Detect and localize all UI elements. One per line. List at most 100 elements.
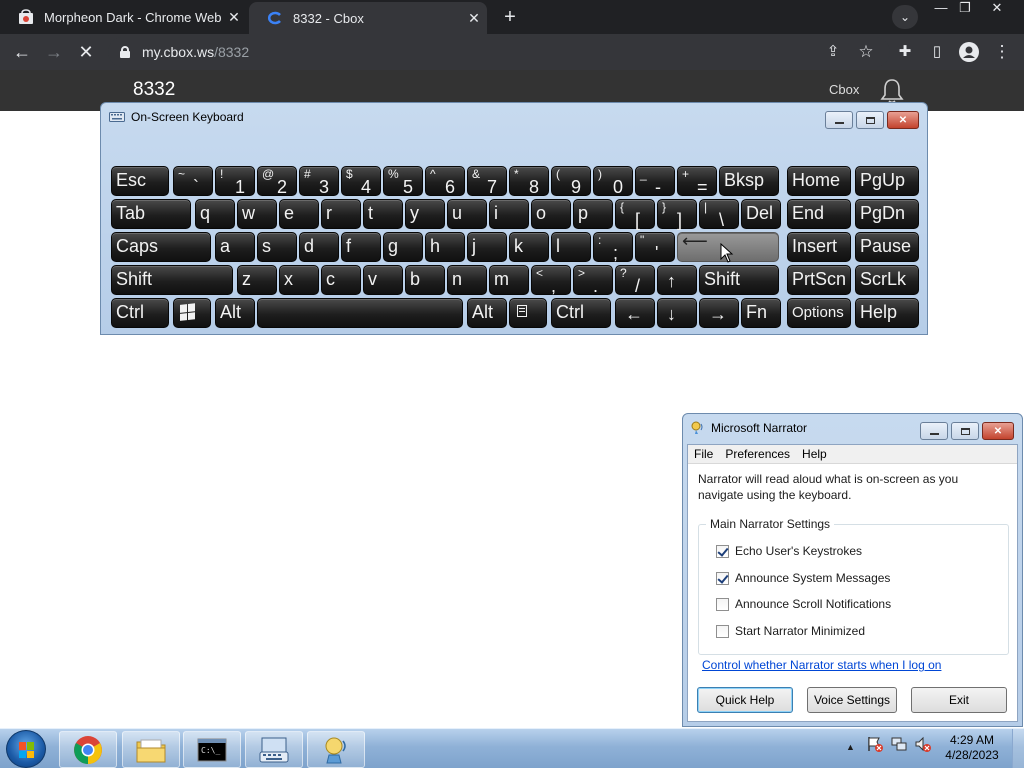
close-window-button[interactable]: ✕ — [982, 0, 1012, 18]
restore-button[interactable]: ❐ — [950, 0, 980, 18]
key-;[interactable]: :; — [593, 232, 633, 262]
osk-close-button[interactable]: ✕ — [887, 111, 919, 129]
key-i[interactable]: i — [489, 199, 529, 229]
action-center-flag-icon[interactable] — [866, 735, 884, 753]
key-l[interactable]: l — [551, 232, 591, 262]
volume-muted-icon[interactable] — [914, 735, 932, 753]
key-end[interactable]: End — [787, 199, 851, 229]
address-bar[interactable]: my.cbox.ws/8332 — [108, 37, 890, 67]
key-f[interactable]: f — [341, 232, 381, 262]
key-ctrl[interactable]: Ctrl — [551, 298, 611, 328]
narrator-minimize-button[interactable] — [920, 422, 948, 440]
key-0[interactable]: ) 0 — [593, 166, 633, 196]
startup-settings-link[interactable]: Control whether Narrator starts when I l… — [702, 658, 941, 672]
checkbox[interactable] — [716, 597, 729, 611]
key-r[interactable]: r — [321, 199, 361, 229]
key-,[interactable]: <, — [531, 265, 571, 295]
checkbox[interactable] — [716, 571, 729, 585]
key-z[interactable]: z — [237, 265, 277, 295]
bell-icon[interactable] — [880, 78, 904, 104]
menu-help[interactable]: Help — [796, 447, 833, 461]
narrator-close-button[interactable]: ✕ — [982, 422, 1014, 440]
key-y[interactable]: y — [405, 199, 445, 229]
key-x[interactable]: x — [279, 265, 319, 295]
key-8[interactable]: * 8 — [509, 166, 549, 196]
key-alt[interactable]: Alt — [467, 298, 507, 328]
show-desktop-button[interactable] — [1012, 729, 1024, 768]
key-[[interactable]: {[ — [615, 199, 655, 229]
key-5[interactable]: % 5 — [383, 166, 423, 196]
extensions-icon[interactable]: ✚ — [895, 42, 915, 62]
option-announce-system-messages[interactable]: Announce System Messages — [716, 571, 890, 585]
key-6[interactable]: ^ 6 — [425, 166, 465, 196]
tab-close-button[interactable]: ✕ — [221, 9, 247, 26]
osk-maximize-button[interactable] — [856, 111, 884, 129]
key-pause[interactable]: Pause — [855, 232, 919, 262]
key-v[interactable]: v — [363, 265, 403, 295]
key-u[interactable]: u — [447, 199, 487, 229]
key-caps[interactable]: Caps — [111, 232, 211, 262]
menu-file[interactable]: File — [688, 447, 719, 461]
key-ctrl[interactable]: Ctrl — [111, 298, 169, 328]
key-g[interactable]: g — [383, 232, 423, 262]
system-clock[interactable]: 4:29 AM 4/28/2023 — [940, 733, 1004, 763]
key-7[interactable]: & 7 — [467, 166, 507, 196]
key-p[interactable]: p — [573, 199, 613, 229]
key-9[interactable]: (9 — [551, 166, 591, 196]
key-help[interactable]: Help — [855, 298, 919, 328]
key-↓[interactable]: ↓ — [657, 298, 697, 328]
tab-search-button[interactable]: ⌄ — [892, 5, 918, 29]
stop-loading-button[interactable]: ✕ — [74, 40, 98, 64]
tab-morpheon-dark[interactable]: Morpheon Dark - Chrome Web S ✕ — [0, 0, 247, 34]
key-.[interactable]: >. — [573, 265, 613, 295]
back-button[interactable]: ← — [10, 40, 34, 64]
taskbar-narrator[interactable] — [307, 731, 365, 768]
option-announce-scroll-notifications[interactable]: Announce Scroll Notifications — [716, 597, 891, 611]
exit-button[interactable]: Exit — [911, 687, 1007, 713]
quick-help-button[interactable]: Quick Help — [697, 687, 793, 713]
option-start-minimized[interactable]: Start Narrator Minimized — [716, 624, 865, 638]
voice-settings-button[interactable]: Voice Settings — [807, 687, 897, 713]
key-shift[interactable]: Shift — [111, 265, 233, 295]
new-tab-button[interactable]: + — [497, 4, 523, 30]
key-m[interactable]: m — [489, 265, 529, 295]
key-←[interactable]: ← — [615, 298, 655, 328]
taskbar-on-screen-keyboard[interactable] — [245, 731, 303, 768]
key-'[interactable]: " ' — [635, 232, 675, 262]
profile-avatar[interactable] — [959, 42, 979, 62]
key-1[interactable]: ! 1 — [215, 166, 255, 196]
key-`[interactable]: ~ ` — [173, 166, 213, 196]
key-h[interactable]: h — [425, 232, 465, 262]
taskbar-chrome[interactable] — [59, 731, 117, 768]
key-k[interactable]: k — [509, 232, 549, 262]
key-/[interactable]: ? / — [615, 265, 655, 295]
key--[interactable]: _ - — [635, 166, 675, 196]
bookmark-star-icon[interactable]: ☆ — [856, 42, 876, 62]
lock-icon[interactable] — [120, 46, 130, 58]
key-2[interactable]: @2 — [257, 166, 297, 196]
key-o[interactable]: o — [531, 199, 571, 229]
tab-cbox[interactable]: 8332 - Cbox ✕ — [249, 2, 487, 34]
key-t[interactable]: t — [363, 199, 403, 229]
key-tab[interactable]: Tab — [111, 199, 191, 229]
key-\[interactable]: | \ — [699, 199, 739, 229]
key-fn[interactable]: Fn — [741, 298, 781, 328]
forward-button[interactable]: → — [42, 40, 66, 64]
key-→[interactable]: → — [699, 298, 739, 328]
key-a[interactable]: a — [215, 232, 255, 262]
key-n[interactable]: n — [447, 265, 487, 295]
key-b[interactable]: b — [405, 265, 445, 295]
key-bksp[interactable]: Bksp — [719, 166, 779, 196]
key-context-menu[interactable] — [509, 298, 547, 328]
key-esc[interactable]: Esc — [111, 166, 169, 196]
key-3[interactable]: #3 — [299, 166, 339, 196]
osk-title-bar[interactable]: On-Screen Keyboard — [101, 103, 927, 131]
key-s[interactable]: s — [257, 232, 297, 262]
key-w[interactable]: w — [237, 199, 277, 229]
key-↑[interactable]: ↑ — [657, 265, 697, 295]
key-q[interactable]: q — [195, 199, 235, 229]
taskbar-explorer[interactable] — [122, 731, 180, 768]
narrator-maximize-button[interactable] — [951, 422, 979, 440]
key-=[interactable]: + = — [677, 166, 717, 196]
show-hidden-icons-button[interactable]: ▲ — [846, 742, 855, 752]
